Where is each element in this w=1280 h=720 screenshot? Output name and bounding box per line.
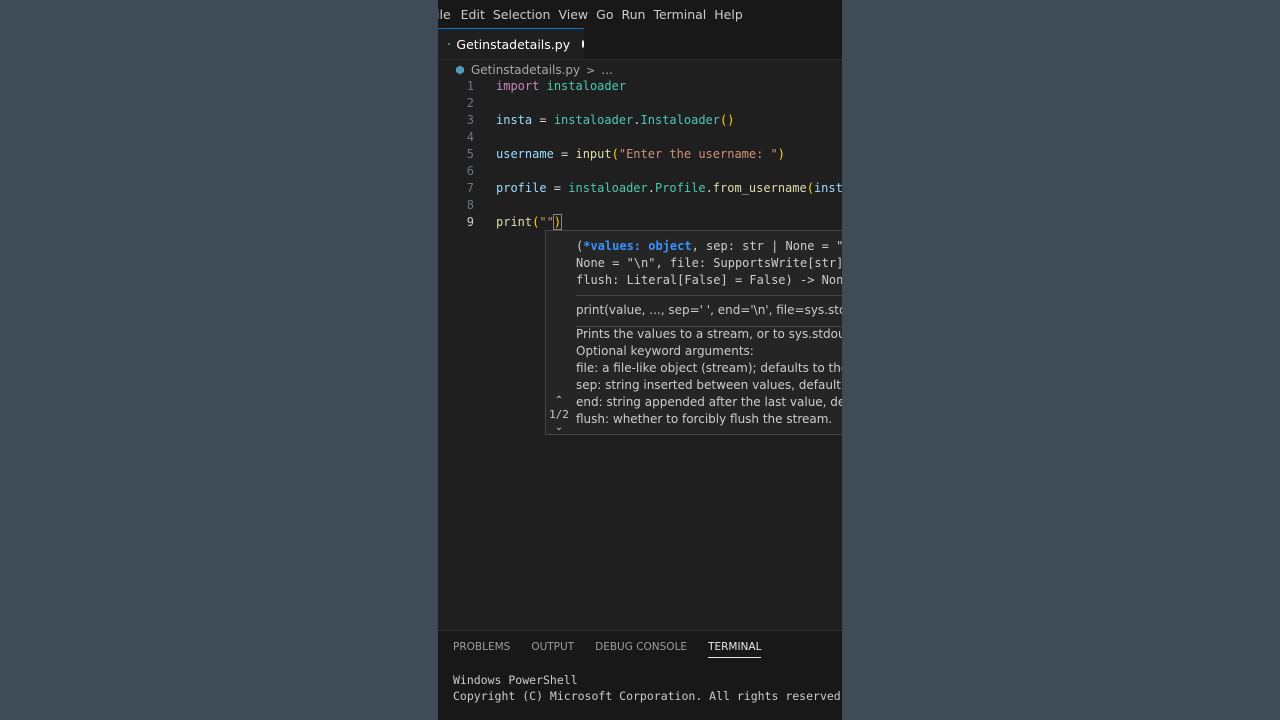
code-token: ()	[720, 113, 735, 127]
code-line[interactable]: 5 username = input("Enter the username: "…	[438, 146, 842, 163]
code-token: input	[575, 147, 612, 161]
signature: (*values: object, sep: str | None = " " …	[576, 238, 842, 289]
tab-problems[interactable]: PROBLEMS	[453, 641, 510, 658]
code-text: username = input("Enter the username: ")	[496, 146, 785, 163]
code-token: profile	[496, 181, 547, 195]
documentation-text: Prints the values to a stream, or to sys…	[576, 327, 842, 426]
line-number: 9	[466, 215, 474, 229]
code-token: instaloader	[546, 79, 627, 93]
code-text: import instaloader	[496, 78, 626, 95]
tab-getinstadetails[interactable]: Getinstadetails.py	[438, 28, 584, 59]
code-line[interactable]: 3 insta = instaloader.Instaloader()	[438, 112, 842, 129]
overload-count: 1/2	[549, 408, 569, 421]
line-number: 2	[466, 96, 474, 110]
breadcrumb-more[interactable]: ...	[601, 63, 612, 77]
code-token: )	[777, 147, 786, 161]
menu-selection[interactable]: Selection	[493, 7, 559, 22]
sig-line-3: flush: Literal[False] = False) -> None	[576, 273, 842, 287]
menu-bar: ile Edit Selection View Go Run Terminal …	[438, 0, 842, 28]
chevron-up-icon[interactable]: ⌃	[546, 396, 572, 406]
active-parameter: *values: object	[583, 239, 692, 253]
unsaved-dot-icon[interactable]	[582, 40, 584, 48]
code-line[interactable]: 6	[438, 163, 842, 180]
code-token: import	[496, 79, 540, 93]
code-token: =	[546, 181, 569, 195]
code-line[interactable]: 9 print("")	[438, 214, 842, 231]
tab-label: Getinstadetails.py	[456, 36, 571, 52]
tab-terminal[interactable]: TERMINAL	[708, 641, 762, 658]
code-text: profile = instaloader.Profile.from_usern…	[496, 180, 842, 197]
code-token: instaloader	[568, 181, 648, 195]
python-icon	[448, 42, 451, 46]
code-token: print	[496, 215, 533, 229]
menu-help[interactable]: Help	[714, 7, 751, 22]
sig-rest: , sep: str | None = " "	[691, 239, 842, 253]
menu-edit[interactable]: Edit	[461, 7, 493, 22]
line-number: 5	[466, 147, 474, 161]
code-token: .	[705, 181, 713, 195]
code-token: Instaloader	[640, 113, 721, 127]
code-token: ""	[539, 215, 554, 229]
line-number: 7	[466, 181, 474, 195]
menu-view[interactable]: View	[558, 7, 596, 22]
line-number: 1	[466, 79, 474, 93]
breadcrumb-file[interactable]: Getinstadetails.py	[471, 63, 580, 77]
code-token: instaloader	[553, 113, 634, 127]
signature-doc-code: print(value, ..., sep=' ', end='\n', fil…	[576, 303, 842, 317]
python-icon	[456, 65, 464, 75]
line-number: 6	[466, 164, 474, 178]
code-token: "Enter the username: "	[618, 147, 778, 161]
breadcrumb: Getinstadetails.py > ...	[455, 61, 613, 79]
line-number: 8	[466, 198, 474, 212]
signature-help-popup: ⌃ 1/2 ⌄ (*values: object, sep: str | Non…	[545, 230, 842, 435]
code-token: from_username	[712, 181, 807, 195]
menu-file[interactable]: ile	[438, 7, 461, 22]
code-line[interactable]: 8	[438, 197, 842, 214]
menu-run[interactable]: Run	[621, 7, 653, 22]
panel-tabs: PROBLEMS OUTPUT DEBUG CONSOLE TERMINAL	[453, 641, 782, 658]
code-text: print("")	[496, 214, 563, 231]
vscode-window: ile Edit Selection View Go Run Terminal …	[438, 0, 842, 720]
code-token: =	[553, 147, 576, 161]
code-token: (	[806, 181, 814, 195]
code-line[interactable]: 4	[438, 129, 842, 146]
menu-terminal[interactable]: Terminal	[653, 7, 714, 22]
sig-line-2: None = "\n", file: SupportsWrite[str] |	[576, 256, 842, 270]
code-token: Profile	[654, 181, 706, 195]
code-token: .	[633, 113, 641, 127]
code-token: )	[552, 214, 563, 230]
code-line[interactable]: 2	[438, 95, 842, 112]
chevron-down-icon[interactable]: ⌄	[546, 423, 572, 433]
terminal-output[interactable]: Windows PowerShell Copyright (C) Microso…	[453, 672, 842, 704]
code-token: insta.	[813, 181, 842, 195]
overload-pager: ⌃ 1/2 ⌄	[546, 396, 572, 433]
code-token: username	[496, 147, 554, 161]
divider	[576, 295, 842, 296]
code-token: insta	[496, 113, 533, 127]
code-token: =	[532, 113, 554, 127]
tab-debug-console[interactable]: DEBUG CONSOLE	[595, 641, 687, 658]
code-token: .	[647, 181, 655, 195]
code-text: insta = instaloader.Instaloader()	[496, 112, 734, 129]
code-line[interactable]: 1 import instaloader	[438, 78, 842, 95]
menu-go[interactable]: Go	[596, 7, 621, 22]
tab-output[interactable]: OUTPUT	[531, 641, 574, 658]
line-number: 3	[466, 113, 474, 127]
bottom-panel: PROBLEMS OUTPUT DEBUG CONSOLE TERMINAL W…	[438, 630, 842, 720]
code-token: (	[611, 147, 619, 161]
line-number: 4	[466, 130, 474, 144]
editor-tab-bar: Getinstadetails.py	[438, 28, 842, 60]
code-line[interactable]: 7 profile = instaloader.Profile.from_user…	[438, 180, 842, 197]
chevron-right-icon: >	[586, 63, 596, 77]
